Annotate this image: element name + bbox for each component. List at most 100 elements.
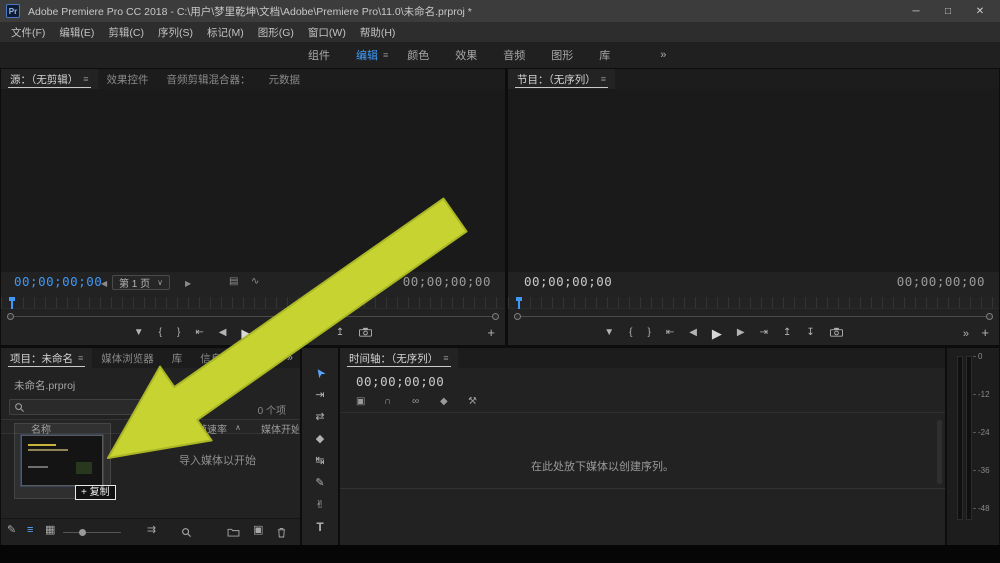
overwrite-button[interactable]: ↥	[336, 328, 344, 338]
timeline-scrollbar[interactable]	[937, 420, 942, 484]
minimize-button[interactable]: ─	[900, 6, 932, 17]
find-button[interactable]	[181, 527, 192, 538]
menu-sequence[interactable]: 序列(S)	[151, 25, 200, 40]
new-item-button[interactable]: ▣	[253, 525, 263, 536]
media-thumbnail[interactable]	[21, 435, 103, 486]
timeline-settings-wrench-icon[interactable]: ⚒	[468, 397, 477, 407]
play-button[interactable]: ▶	[712, 327, 722, 340]
export-frame-button[interactable]	[829, 327, 843, 340]
selection-tool[interactable]: ➤	[307, 362, 333, 383]
mark-in-button[interactable]: {	[159, 328, 162, 338]
slider-handle[interactable]	[79, 529, 86, 536]
linked-selection-icon[interactable]: ∞	[412, 397, 419, 407]
menu-window[interactable]: 窗口(W)	[301, 25, 353, 40]
add-marker-icon[interactable]: ◆	[440, 397, 448, 407]
source-add-button[interactable]: +	[487, 325, 495, 340]
page-select-dropdown[interactable]: 第 1 页 ∨	[112, 275, 170, 290]
menu-help[interactable]: 帮助(H)	[353, 25, 403, 40]
go-to-out-button[interactable]: ⇥	[289, 328, 297, 338]
page-prev-icon[interactable]: ◀	[101, 279, 107, 288]
go-to-in-button[interactable]: ⇤	[195, 328, 203, 338]
play-button[interactable]: ▶	[241, 327, 251, 340]
clear-trash-button[interactable]	[277, 527, 286, 538]
source-current-timecode[interactable]: 00;00;00;00	[14, 274, 102, 289]
tab-libraries[interactable]: 库	[163, 348, 192, 368]
close-button[interactable]: ✕	[964, 6, 996, 17]
transport-overflow-icon[interactable]: »	[963, 328, 969, 340]
panel-overflow-icon[interactable]: »	[280, 348, 300, 368]
extract-button[interactable]: ↧	[806, 328, 814, 338]
sort-ascending-icon[interactable]: ∧	[235, 423, 241, 432]
icon-view-button[interactable]: ▦	[45, 525, 55, 536]
slip-tool[interactable]: ↹	[307, 450, 333, 471]
zoom-handle-left[interactable]	[7, 313, 14, 320]
track-select-forward-tool[interactable]: ⇥	[307, 384, 333, 405]
workspace-effects[interactable]: 效果	[442, 43, 490, 67]
search-input[interactable]	[29, 400, 154, 414]
menu-clip[interactable]: 剪辑(C)	[101, 25, 151, 40]
panel-menu-icon[interactable]: ≡	[601, 74, 606, 84]
drag-audio-only-icon[interactable]: ∿	[251, 276, 259, 287]
program-current-timecode[interactable]: 00;00;00;00	[524, 274, 612, 289]
insert-button[interactable]: ↧	[313, 328, 321, 338]
program-add-button[interactable]: +	[981, 325, 989, 340]
source-playhead[interactable]	[9, 297, 15, 309]
step-back-button[interactable]: ◀	[219, 328, 227, 338]
menu-edit[interactable]: 编辑(E)	[52, 25, 101, 40]
workspace-overflow-icon[interactable]: »	[647, 45, 679, 65]
drag-video-only-icon[interactable]: ▤	[229, 276, 238, 287]
tab-audio-clip-mixer[interactable]: 音频剪辑混合器：	[158, 69, 260, 89]
new-bin-button[interactable]	[227, 527, 240, 537]
workspace-libraries[interactable]: 库	[586, 43, 623, 67]
go-to-out-button[interactable]: ⇥	[760, 328, 768, 338]
source-zoom-scrollbar[interactable]	[7, 312, 499, 321]
zoom-handle-right[interactable]	[986, 313, 993, 320]
step-forward-button[interactable]: ▶	[266, 328, 274, 338]
ripple-edit-tool[interactable]: ⇄	[307, 406, 333, 427]
source-time-ruler[interactable]	[1, 297, 505, 309]
lift-button[interactable]: ↥	[783, 328, 791, 338]
thumbnail-zoom-slider[interactable]	[63, 529, 121, 536]
type-tool[interactable]: T	[307, 516, 333, 537]
menu-markers[interactable]: 标记(M)	[200, 25, 251, 40]
tab-effect-controls[interactable]: 效果控件	[98, 69, 158, 89]
tab-timeline[interactable]: 时间轴：（无序列） ≡	[340, 348, 458, 368]
column-framerate[interactable]: 帧速率	[197, 421, 227, 436]
step-back-button[interactable]: ◀	[689, 328, 697, 338]
add-marker-button[interactable]: ▼	[134, 328, 144, 338]
go-to-in-button[interactable]: ⇤	[666, 328, 674, 338]
mark-out-button[interactable]: }	[177, 328, 180, 338]
panel-menu-icon[interactable]: ≡	[78, 353, 83, 363]
maximize-button[interactable]: □	[932, 6, 964, 17]
search-box[interactable]	[9, 399, 159, 415]
tab-project[interactable]: 项目：未命名 ≡	[1, 348, 93, 368]
column-media-start[interactable]: 媒体开始	[261, 421, 299, 436]
mark-in-button[interactable]: {	[629, 328, 632, 338]
page-next-icon[interactable]: ▶	[185, 279, 191, 288]
hand-tool[interactable]: ✌	[307, 494, 333, 515]
tab-info[interactable]: 信息	[191, 348, 230, 368]
program-zoom-scrollbar[interactable]	[514, 312, 993, 321]
program-time-ruler[interactable]	[508, 297, 999, 309]
program-playhead[interactable]	[516, 297, 522, 309]
panel-menu-icon[interactable]: ≡	[83, 74, 88, 84]
workspace-color[interactable]: 颜色	[394, 43, 442, 67]
snap-magnet-icon[interactable]: ∩	[384, 397, 391, 407]
pen-tool[interactable]: ✎	[307, 472, 333, 493]
zoom-handle-left[interactable]	[514, 313, 521, 320]
tab-media-browser[interactable]: 媒体浏览器	[92, 348, 163, 368]
workspace-menu-icon[interactable]: ≡	[383, 50, 388, 60]
tab-metadata[interactable]: 元数据	[260, 69, 310, 89]
tab-source[interactable]: 源：（无剪辑） ≡	[1, 69, 98, 89]
zoom-handle-right[interactable]	[492, 313, 499, 320]
workspace-audio[interactable]: 音频	[490, 43, 538, 67]
menu-file[interactable]: 文件(F)	[4, 25, 52, 40]
timeline-timecode[interactable]: 00;00;00;00	[356, 374, 444, 389]
project-writable-icon[interactable]: ✎	[7, 525, 16, 536]
automate-to-sequence-button[interactable]: ⇉	[147, 525, 156, 536]
menu-graphics[interactable]: 图形(G)	[251, 25, 301, 40]
panel-menu-icon[interactable]: ≡	[443, 353, 448, 363]
razor-tool[interactable]: ◆	[307, 428, 333, 449]
step-forward-button[interactable]: ▶	[737, 328, 745, 338]
export-frame-button[interactable]	[359, 327, 373, 340]
